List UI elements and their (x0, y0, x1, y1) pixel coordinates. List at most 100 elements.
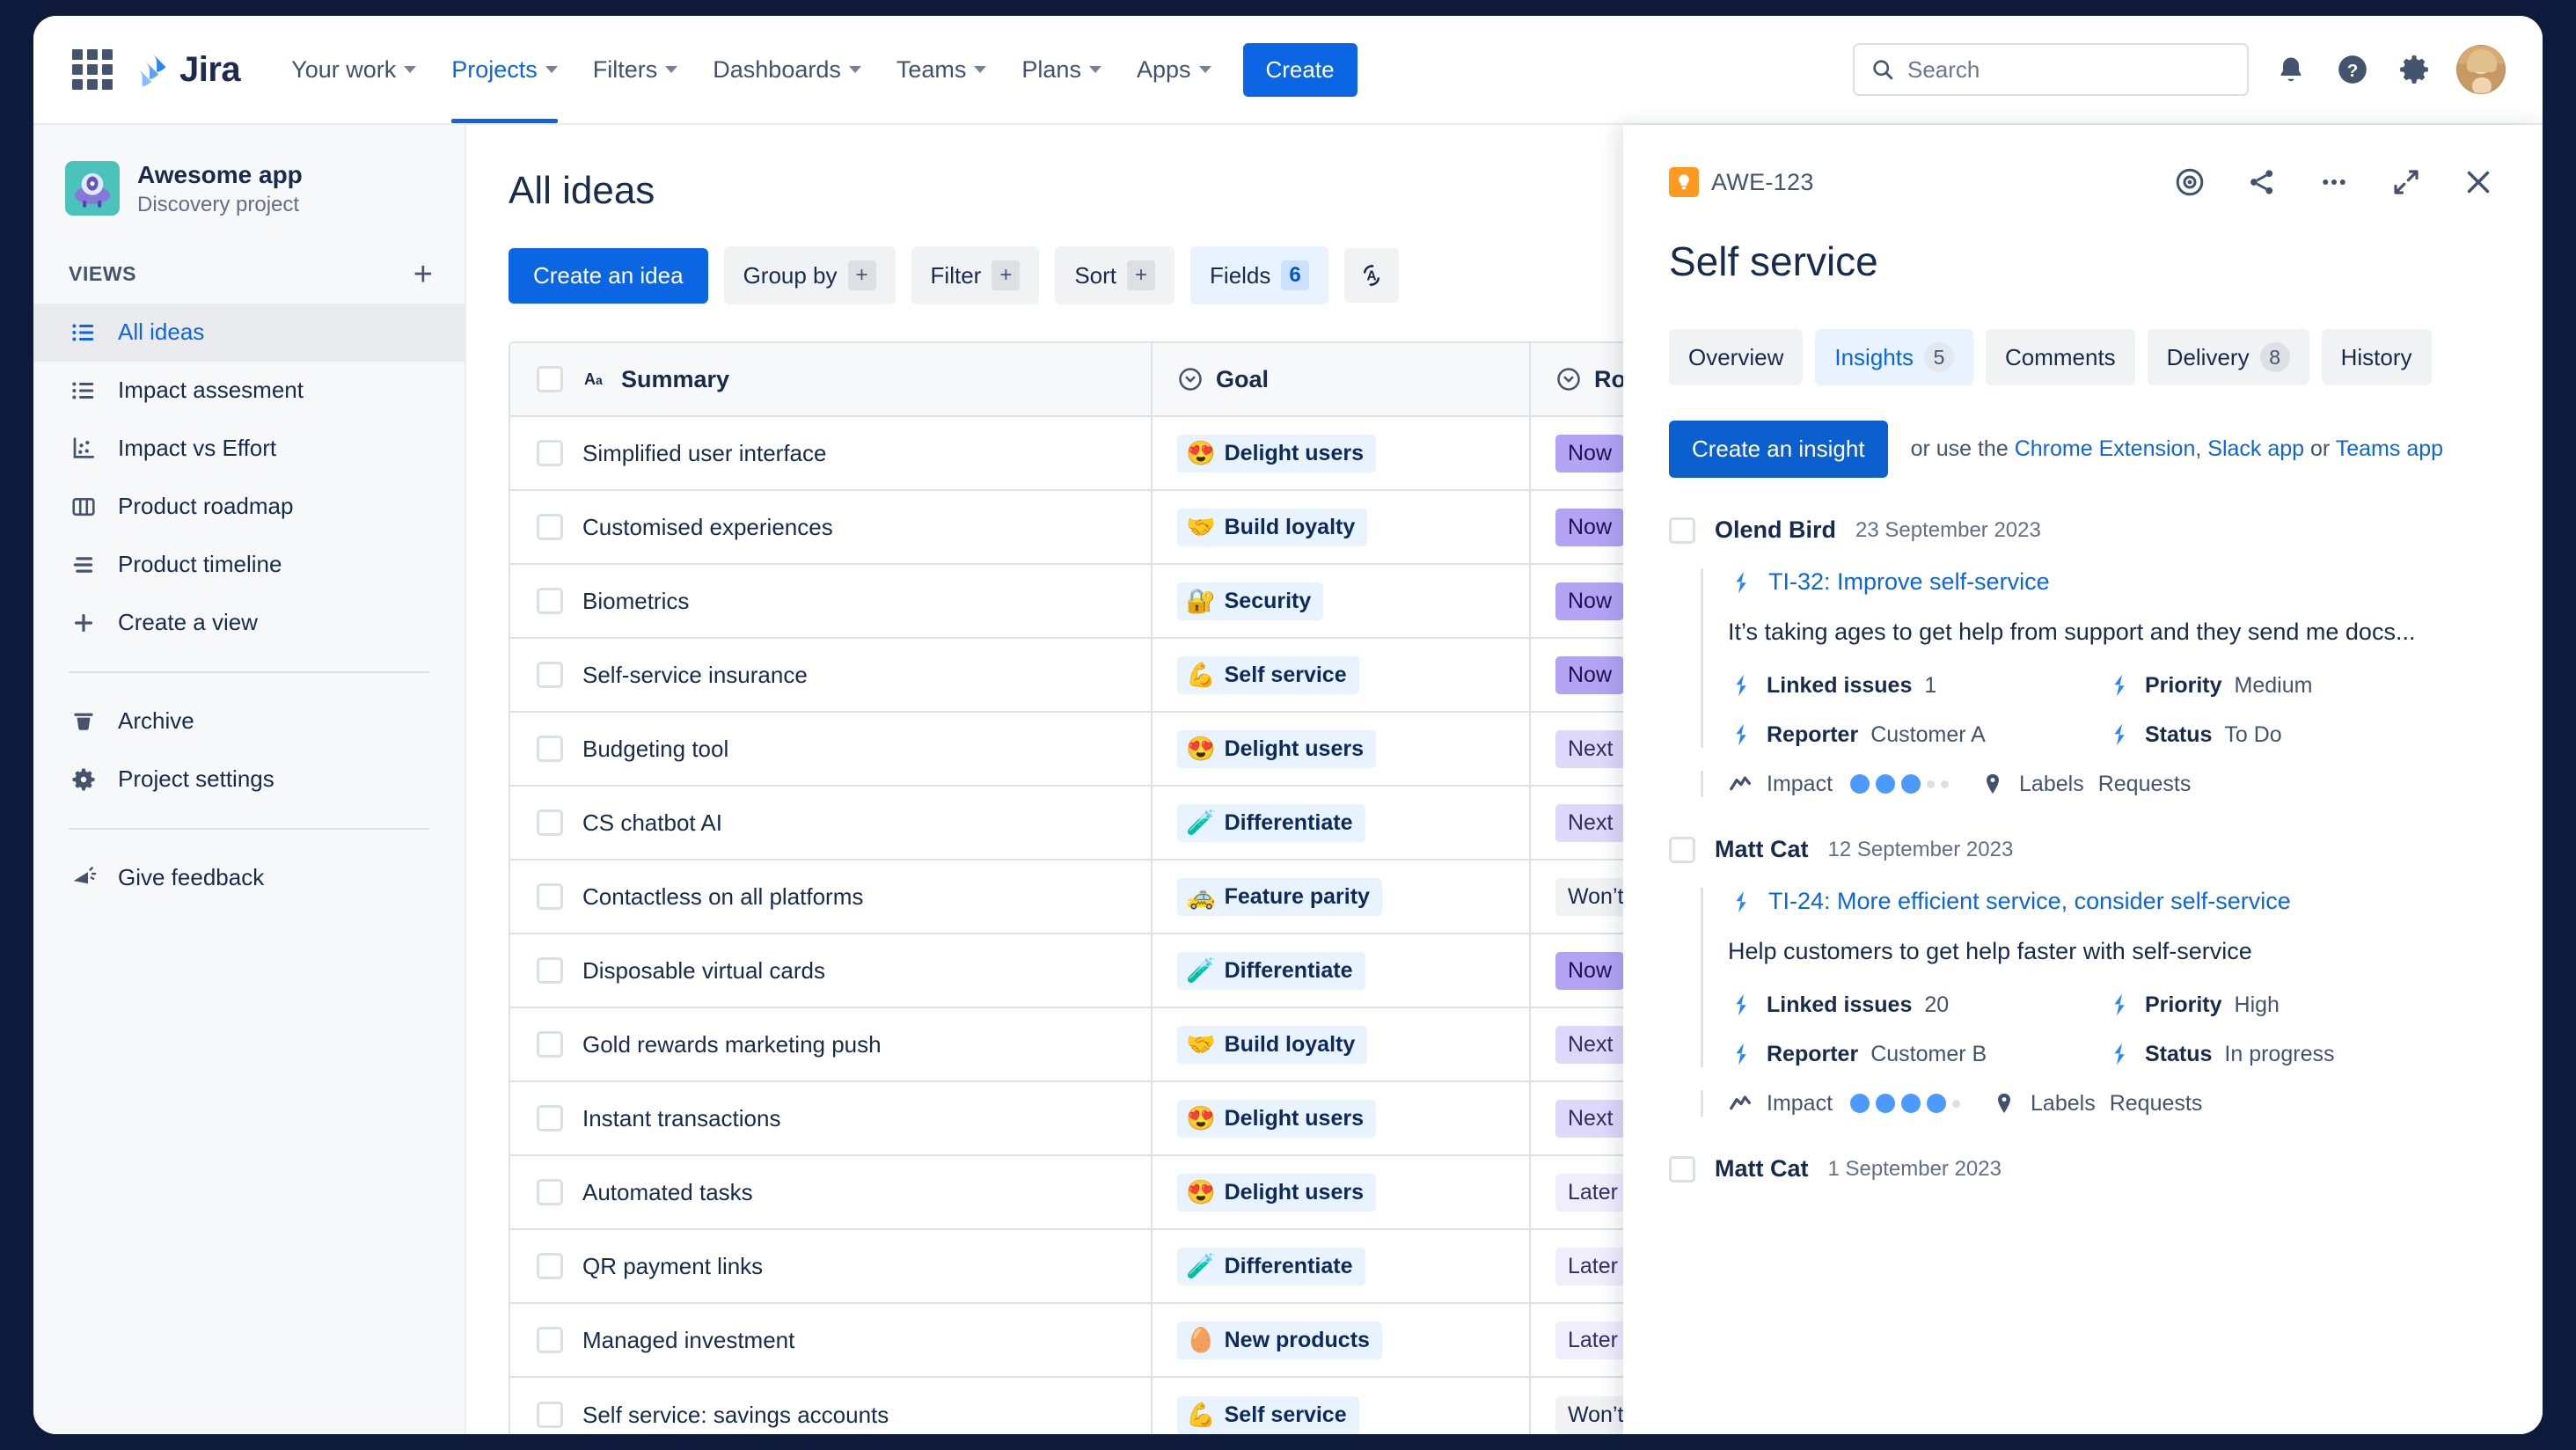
row-checkbox[interactable] (537, 736, 563, 762)
row-checkbox[interactable] (537, 883, 563, 910)
roadmap-badge[interactable]: Now (1555, 582, 1625, 620)
goal-badge[interactable]: 💪 Self service (1177, 1395, 1359, 1434)
row-checkbox[interactable] (537, 809, 563, 836)
close-icon[interactable] (2460, 164, 2497, 201)
row-checkbox[interactable] (537, 957, 563, 984)
roadmap-badge[interactable]: Next (1555, 729, 1626, 768)
goal-badge[interactable]: 🧪 Differentiate (1177, 1247, 1365, 1285)
app-switcher-icon[interactable] (72, 49, 113, 90)
goal-label: Self service (1224, 1402, 1347, 1427)
nav-item-filters[interactable]: Filters (577, 16, 694, 123)
roadmap-badge[interactable]: Next (1555, 1025, 1626, 1064)
sort-button[interactable]: Sort + (1055, 246, 1175, 304)
row-checkbox[interactable] (537, 1179, 563, 1205)
goal-badge[interactable]: 🤝 Build loyalty (1177, 1025, 1368, 1064)
roadmap-badge[interactable]: Now (1555, 655, 1625, 694)
sidebar-item-product-roadmap[interactable]: Product roadmap (33, 478, 465, 536)
user-avatar[interactable] (2456, 45, 2506, 94)
nav-item-your-work[interactable]: Your work (275, 16, 432, 123)
row-checkbox[interactable] (537, 440, 563, 466)
tab-insights[interactable]: Insights 5 (1815, 329, 1973, 385)
roadmap-badge[interactable]: Now (1555, 951, 1625, 990)
goal-badge[interactable]: 🔐 Security (1177, 582, 1324, 620)
row-checkbox[interactable] (537, 514, 563, 540)
sidebar-item-give-feedback[interactable]: Give feedback (33, 849, 465, 907)
more-options-icon[interactable] (2316, 164, 2353, 201)
watch-eye-icon[interactable] (2171, 164, 2208, 201)
roadmap-badge[interactable]: Next (1555, 803, 1626, 842)
text-autosize-icon[interactable]: A (1343, 248, 1399, 303)
insight-checkbox[interactable] (1669, 516, 1695, 544)
jira-logo[interactable]: Jira (132, 50, 241, 90)
slack-app-link[interactable]: Slack app (2207, 436, 2304, 461)
nav-item-teams[interactable]: Teams (881, 16, 1003, 123)
roadmap-badge[interactable]: Now (1555, 434, 1625, 472)
roadmap-badge[interactable]: Later (1555, 1173, 1630, 1212)
row-checkbox[interactable] (537, 588, 563, 614)
labels-group[interactable]: Labels Requests (1992, 1091, 2202, 1117)
row-checkbox[interactable] (537, 1327, 563, 1353)
issue-key-group[interactable]: AWE-123 (1669, 167, 1814, 197)
goal-badge[interactable]: 🧪 Differentiate (1177, 951, 1365, 990)
nav-item-apps[interactable]: Apps (1121, 16, 1227, 123)
tab-delivery[interactable]: Delivery 8 (2147, 329, 2309, 385)
roadmap-badge[interactable]: Later (1555, 1247, 1630, 1285)
goal-badge[interactable]: 🤝 Build loyalty (1177, 508, 1368, 546)
expand-icon[interactable] (2388, 164, 2425, 201)
settings-gear-icon[interactable] (2395, 50, 2433, 89)
goal-badge[interactable]: 😍 Delight users (1177, 434, 1376, 472)
goal-badge[interactable]: 💪 Self service (1177, 655, 1359, 694)
sidebar-item-create-a-view[interactable]: Create a view (33, 594, 465, 652)
help-icon[interactable]: ? (2333, 50, 2372, 89)
create-button[interactable]: Create (1242, 42, 1358, 97)
sidebar-item-product-timeline[interactable]: Product timeline (33, 536, 465, 594)
goal-badge[interactable]: 🧪 Differentiate (1177, 803, 1365, 842)
row-checkbox[interactable] (537, 1105, 563, 1131)
sidebar-item-all-ideas[interactable]: All ideas (33, 303, 465, 362)
roadmap-badge[interactable]: Later (1555, 1321, 1630, 1359)
tab-comments[interactable]: Comments (1985, 329, 2135, 385)
insight-checkbox[interactable] (1669, 1155, 1695, 1183)
labels-group[interactable]: Labels Requests (1980, 772, 2191, 797)
select-all-checkbox[interactable] (537, 366, 563, 392)
goal-badge[interactable]: 😍 Delight users (1177, 1099, 1376, 1138)
chrome-extension-link[interactable]: Chrome Extension (2015, 436, 2196, 461)
share-icon[interactable] (2243, 164, 2280, 201)
sidebar-item-archive[interactable]: Archive (33, 692, 465, 751)
roadmap-badge[interactable]: Now (1555, 508, 1625, 546)
create-an-insight-button[interactable]: Create an insight (1669, 421, 1888, 478)
sidebar-item-impact-vs-effort[interactable]: Impact vs Effort (33, 420, 465, 478)
impact-label: Impact (1767, 1090, 1833, 1116)
tab-overview[interactable]: Overview (1669, 329, 1804, 385)
nav-item-projects[interactable]: Projects (435, 16, 574, 123)
notification-bell-icon[interactable] (2272, 50, 2310, 89)
project-header[interactable]: Awesome app Discovery project (33, 148, 465, 244)
filter-button[interactable]: Filter + (911, 246, 1040, 304)
insight-card[interactable]: Matt Cat 12 September 2023 TI-24: More eff… (1669, 836, 2497, 1117)
insight-checkbox[interactable] (1669, 836, 1695, 863)
goal-badge[interactable]: 🚕 Feature parity (1177, 877, 1382, 916)
nav-item-dashboards[interactable]: Dashboards (697, 16, 877, 123)
row-checkbox[interactable] (537, 662, 563, 688)
search-input[interactable]: Search (1853, 43, 2249, 96)
row-checkbox[interactable] (537, 1031, 563, 1058)
sidebar-item-impact-assesment[interactable]: Impact assesment (33, 362, 465, 420)
insight-issue-link[interactable]: TI-32: Improve self-service (1728, 568, 2497, 596)
sidebar-item-project-settings[interactable]: Project settings (33, 751, 465, 809)
fields-button[interactable]: Fields 6 (1190, 246, 1328, 304)
insight-issue-link[interactable]: TI-24: More efficient service, consider … (1728, 888, 2497, 915)
insight-card[interactable]: Olend Bird 23 September 2023 TI-32: Improv… (1669, 516, 2497, 797)
create-an-idea-button[interactable]: Create an idea (509, 247, 708, 304)
row-checkbox[interactable] (537, 1253, 563, 1279)
tab-history[interactable]: History (2321, 329, 2432, 385)
teams-app-link[interactable]: Teams app (2336, 436, 2443, 461)
goal-badge[interactable]: 😍 Delight users (1177, 1173, 1376, 1212)
insight-card[interactable]: Matt Cat 1 September 2023 (1669, 1155, 2497, 1183)
group-by-button[interactable]: Group by + (723, 246, 896, 304)
roadmap-badge[interactable]: Next (1555, 1099, 1626, 1138)
add-view-plus-icon[interactable]: + (413, 258, 433, 291)
goal-badge[interactable]: 🥚 New products (1177, 1321, 1382, 1359)
nav-item-plans[interactable]: Plans (1006, 16, 1117, 123)
row-checkbox[interactable] (537, 1402, 563, 1428)
goal-badge[interactable]: 😍 Delight users (1177, 729, 1376, 768)
